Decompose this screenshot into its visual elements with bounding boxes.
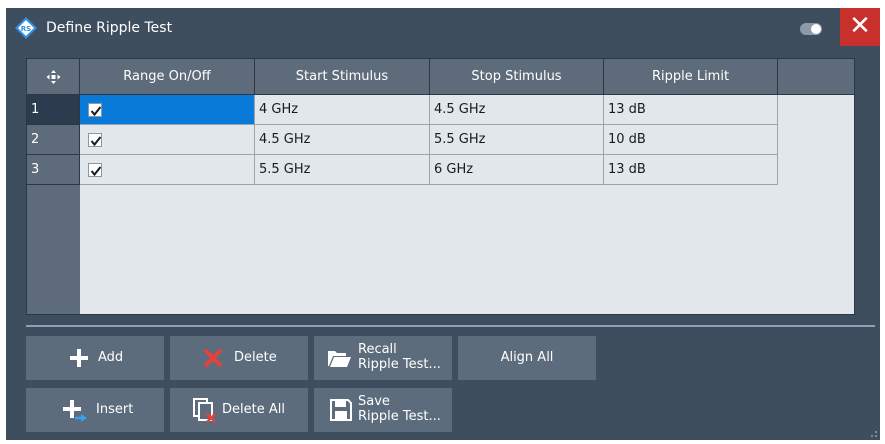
range-on-off-cell[interactable]: [80, 125, 255, 155]
grid-corner-icon: [46, 70, 61, 84]
check-icon: [90, 166, 102, 177]
ripple-limit-cell[interactable]: 10 dB: [604, 125, 778, 155]
check-icon: [90, 106, 102, 117]
column-header-start-stimulus[interactable]: Start Stimulus: [255, 59, 430, 95]
row-header-3[interactable]: 3: [27, 155, 80, 185]
row-header-1[interactable]: 1: [27, 95, 80, 125]
column-header-range-on-off[interactable]: Range On/Off: [80, 59, 255, 95]
rs-logo-icon: RS: [15, 17, 37, 39]
insert-button[interactable]: Insert: [26, 388, 164, 432]
window-title: Define Ripple Test: [46, 20, 173, 36]
save-button-label: Save Ripple Test...: [358, 394, 441, 424]
add-button[interactable]: Add: [26, 336, 164, 380]
stop-stimulus-cell[interactable]: 4.5 GHz: [430, 95, 604, 125]
start-stimulus-cell[interactable]: 4.5 GHz: [255, 125, 430, 155]
delete-all-button[interactable]: Delete All: [170, 388, 308, 432]
recall-label-line1: Recall: [358, 342, 397, 357]
start-stimulus-cell[interactable]: 5.5 GHz: [255, 155, 430, 185]
close-icon: ✕: [849, 11, 871, 41]
delete-all-icon: [193, 398, 216, 423]
delete-button[interactable]: Delete: [170, 336, 308, 380]
save-label-line1: Save: [358, 394, 390, 409]
folder-open-icon: [328, 351, 351, 367]
plus-icon: [70, 349, 88, 367]
save-label-line2: Ripple Test...: [358, 409, 441, 424]
title-bar: RS Define Ripple Test ✕: [6, 8, 880, 49]
check-icon: [90, 136, 102, 147]
ripple-test-table: Range On/Off Start Stimulus Stop Stimulu…: [26, 58, 855, 315]
range-checkbox[interactable]: [88, 103, 102, 117]
resize-grip-icon[interactable]: [868, 428, 878, 438]
range-on-off-cell[interactable]: [80, 95, 255, 125]
insert-button-label: Insert: [96, 402, 134, 417]
recall-label-line2: Ripple Test...: [358, 357, 441, 372]
align-all-button-label: Align All: [500, 350, 554, 365]
save-icon: [330, 399, 352, 421]
define-ripple-test-dialog: RS Define Ripple Test ✕ Range On/Off Sta…: [6, 8, 880, 440]
delete-x-icon: [203, 348, 223, 368]
grid-corner[interactable]: [27, 59, 80, 95]
stop-stimulus-cell[interactable]: 6 GHz: [430, 155, 604, 185]
toggle-icon[interactable]: [800, 23, 822, 35]
insert-icon: [63, 400, 87, 422]
range-on-off-cell[interactable]: [80, 155, 255, 185]
align-all-button[interactable]: Align All: [458, 336, 596, 380]
stop-stimulus-cell[interactable]: 5.5 GHz: [430, 125, 604, 155]
column-header-stop-stimulus[interactable]: Stop Stimulus: [430, 59, 604, 95]
add-button-label: Add: [98, 350, 124, 365]
range-checkbox[interactable]: [88, 133, 102, 147]
delete-button-label: Delete: [234, 350, 277, 365]
svg-text:RS: RS: [21, 25, 31, 33]
column-header-ripple-limit[interactable]: Ripple Limit: [604, 59, 778, 95]
delete-all-button-label: Delete All: [222, 402, 285, 417]
recall-button-label: Recall Ripple Test...: [358, 342, 441, 372]
separator: [26, 325, 875, 327]
start-stimulus-cell[interactable]: 4 GHz: [255, 95, 430, 125]
ripple-limit-cell[interactable]: 13 dB: [604, 155, 778, 185]
close-button[interactable]: ✕: [840, 8, 880, 46]
row-header-2[interactable]: 2: [27, 125, 80, 155]
range-checkbox[interactable]: [88, 163, 102, 177]
save-ripple-test-button[interactable]: Save Ripple Test...: [314, 388, 452, 432]
recall-ripple-test-button[interactable]: Recall Ripple Test...: [314, 336, 452, 380]
column-header-filler: [778, 59, 854, 95]
ripple-limit-cell[interactable]: 13 dB: [604, 95, 778, 125]
